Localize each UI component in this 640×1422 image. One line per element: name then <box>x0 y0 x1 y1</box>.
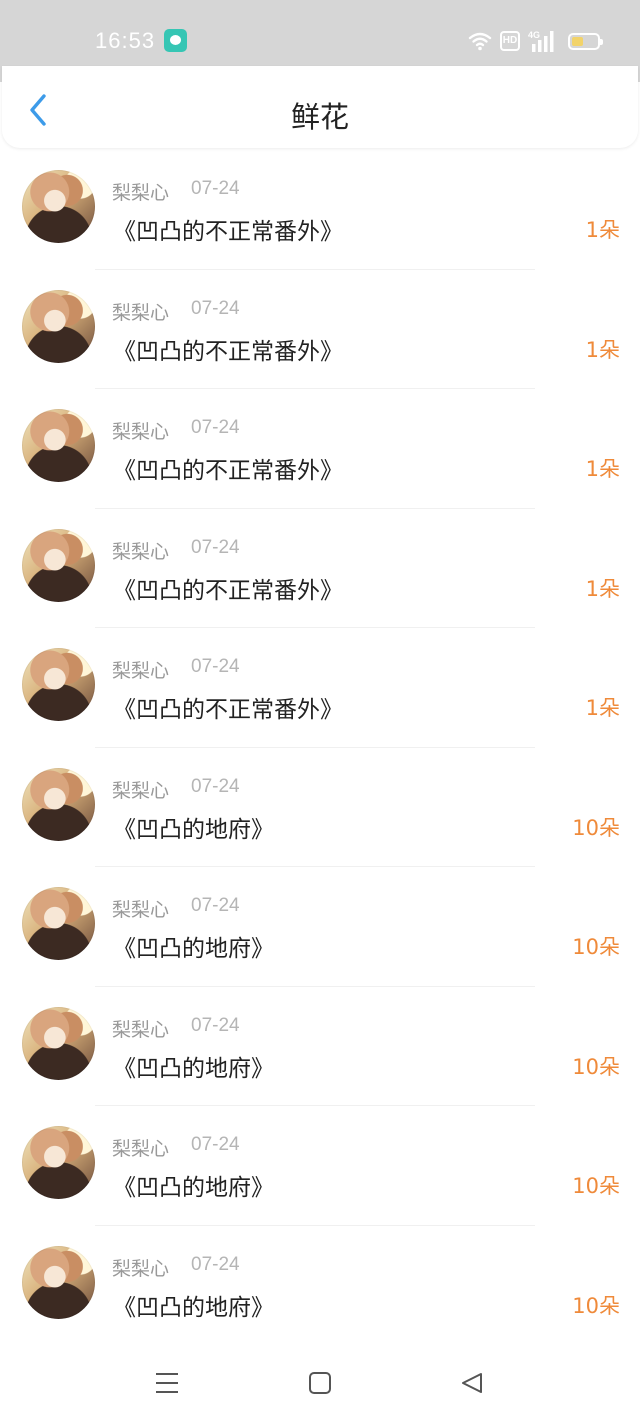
book-title: 《凹凸的地府》 <box>113 1294 274 1321</box>
menu-icon[interactable] <box>152 1370 182 1396</box>
avatar[interactable] <box>22 887 95 960</box>
user-name: 梨梨心 <box>112 1257 170 1280</box>
avatar[interactable] <box>22 528 95 602</box>
list-item[interactable]: 梨梨心 07-24 《凹凸的不正常番外》 1朵 <box>0 270 640 389</box>
book-title: 《凹凸的不正常番外》 <box>113 577 343 604</box>
date: 07-24 <box>191 895 240 916</box>
app-notification-icon <box>164 29 187 52</box>
list-item[interactable]: 梨梨心 07-24 《凹凸的地府》 10朵 <box>0 748 640 867</box>
flower-list: 梨梨心 07-24 《凹凸的不正常番外》 1朵 梨梨心 07-24 《凹凸的不正常番外》 1朵… <box>0 150 640 1345</box>
flower-count: 10朵 <box>572 1174 620 1198</box>
date: 07-24 <box>191 297 240 319</box>
date: 07-24 <box>191 417 240 438</box>
date: 07-24 <box>191 775 240 797</box>
list-item[interactable]: 梨梨心 07-24 《凹凸的不正常番外》 1朵 <box>0 628 640 748</box>
date: 07-24 <box>191 1134 240 1155</box>
system-nav-bar <box>0 1342 640 1422</box>
book-title: 《凹凸的地府》 <box>113 936 274 962</box>
date: 07-24 <box>191 178 240 199</box>
avatar[interactable] <box>22 1126 95 1199</box>
wifi-icon <box>468 32 492 51</box>
avatar[interactable] <box>22 409 95 482</box>
user-name: 梨梨心 <box>112 182 170 204</box>
date: 07-24 <box>191 1253 240 1275</box>
flower-count: 1朵 <box>585 337 620 362</box>
list-item[interactable]: 梨梨心 07-24 《凹凸的地府》 10朵 <box>0 1106 640 1226</box>
book-title: 《凹凸的不正常番外》 <box>113 458 343 484</box>
battery-icon <box>568 33 603 50</box>
user-name: 梨梨心 <box>112 660 170 682</box>
flower-count: 1朵 <box>585 457 620 481</box>
back-triangle-icon[interactable] <box>458 1370 486 1398</box>
flower-count: 1朵 <box>585 696 620 720</box>
flower-count: 10朵 <box>572 1293 620 1318</box>
flower-count: 1朵 <box>585 576 620 601</box>
list-item[interactable]: 梨梨心 07-24 《凹凸的地府》 10朵 <box>0 1226 640 1345</box>
date: 07-24 <box>191 536 240 558</box>
flower-count: 10朵 <box>572 1054 620 1079</box>
flower-count: 10朵 <box>572 815 620 840</box>
date: 07-24 <box>191 1014 240 1036</box>
avatar[interactable] <box>22 767 95 841</box>
list-item[interactable]: 梨梨心 07-24 《凹凸的地府》 10朵 <box>0 867 640 987</box>
list-item[interactable]: 梨梨心 07-24 《凹凸的地府》 10朵 <box>0 987 640 1106</box>
avatar[interactable] <box>22 648 95 721</box>
user-name: 梨梨心 <box>112 1138 170 1160</box>
book-title: 《凹凸的不正常番外》 <box>113 338 343 365</box>
book-title: 《凹凸的地府》 <box>113 1055 274 1082</box>
user-name: 梨梨心 <box>112 779 170 802</box>
user-name: 梨梨心 <box>112 1018 170 1041</box>
avatar[interactable] <box>22 1245 95 1319</box>
flower-count: 10朵 <box>572 935 620 959</box>
home-square-icon[interactable] <box>306 1370 334 1398</box>
user-name: 梨梨心 <box>112 301 170 324</box>
flower-count: 1朵 <box>585 218 620 242</box>
signal-icon: 4G <box>528 30 554 52</box>
book-title: 《凹凸的不正常番外》 <box>113 697 343 723</box>
hd-icon: HD <box>500 31 520 51</box>
user-name: 梨梨心 <box>112 899 170 921</box>
book-title: 《凹凸的地府》 <box>113 816 274 843</box>
list-item[interactable]: 梨梨心 07-24 《凹凸的不正常番外》 1朵 <box>0 389 640 509</box>
list-item[interactable]: 梨梨心 07-24 《凹凸的不正常番外》 1朵 <box>0 509 640 628</box>
book-title: 《凹凸的地府》 <box>113 1175 274 1201</box>
avatar[interactable] <box>22 170 95 243</box>
list-item[interactable]: 梨梨心 07-24 《凹凸的不正常番外》 1朵 <box>0 150 640 270</box>
app-header: 鲜花 <box>2 66 638 148</box>
network-label: 4G <box>528 30 540 40</box>
page-title: 鲜花 <box>290 100 349 134</box>
avatar[interactable] <box>22 1006 95 1080</box>
status-time: 16:53 <box>95 28 156 53</box>
avatar[interactable] <box>22 289 95 363</box>
user-name: 梨梨心 <box>112 540 170 563</box>
book-title: 《凹凸的不正常番外》 <box>113 219 343 245</box>
date: 07-24 <box>191 656 240 677</box>
user-name: 梨梨心 <box>112 421 170 443</box>
